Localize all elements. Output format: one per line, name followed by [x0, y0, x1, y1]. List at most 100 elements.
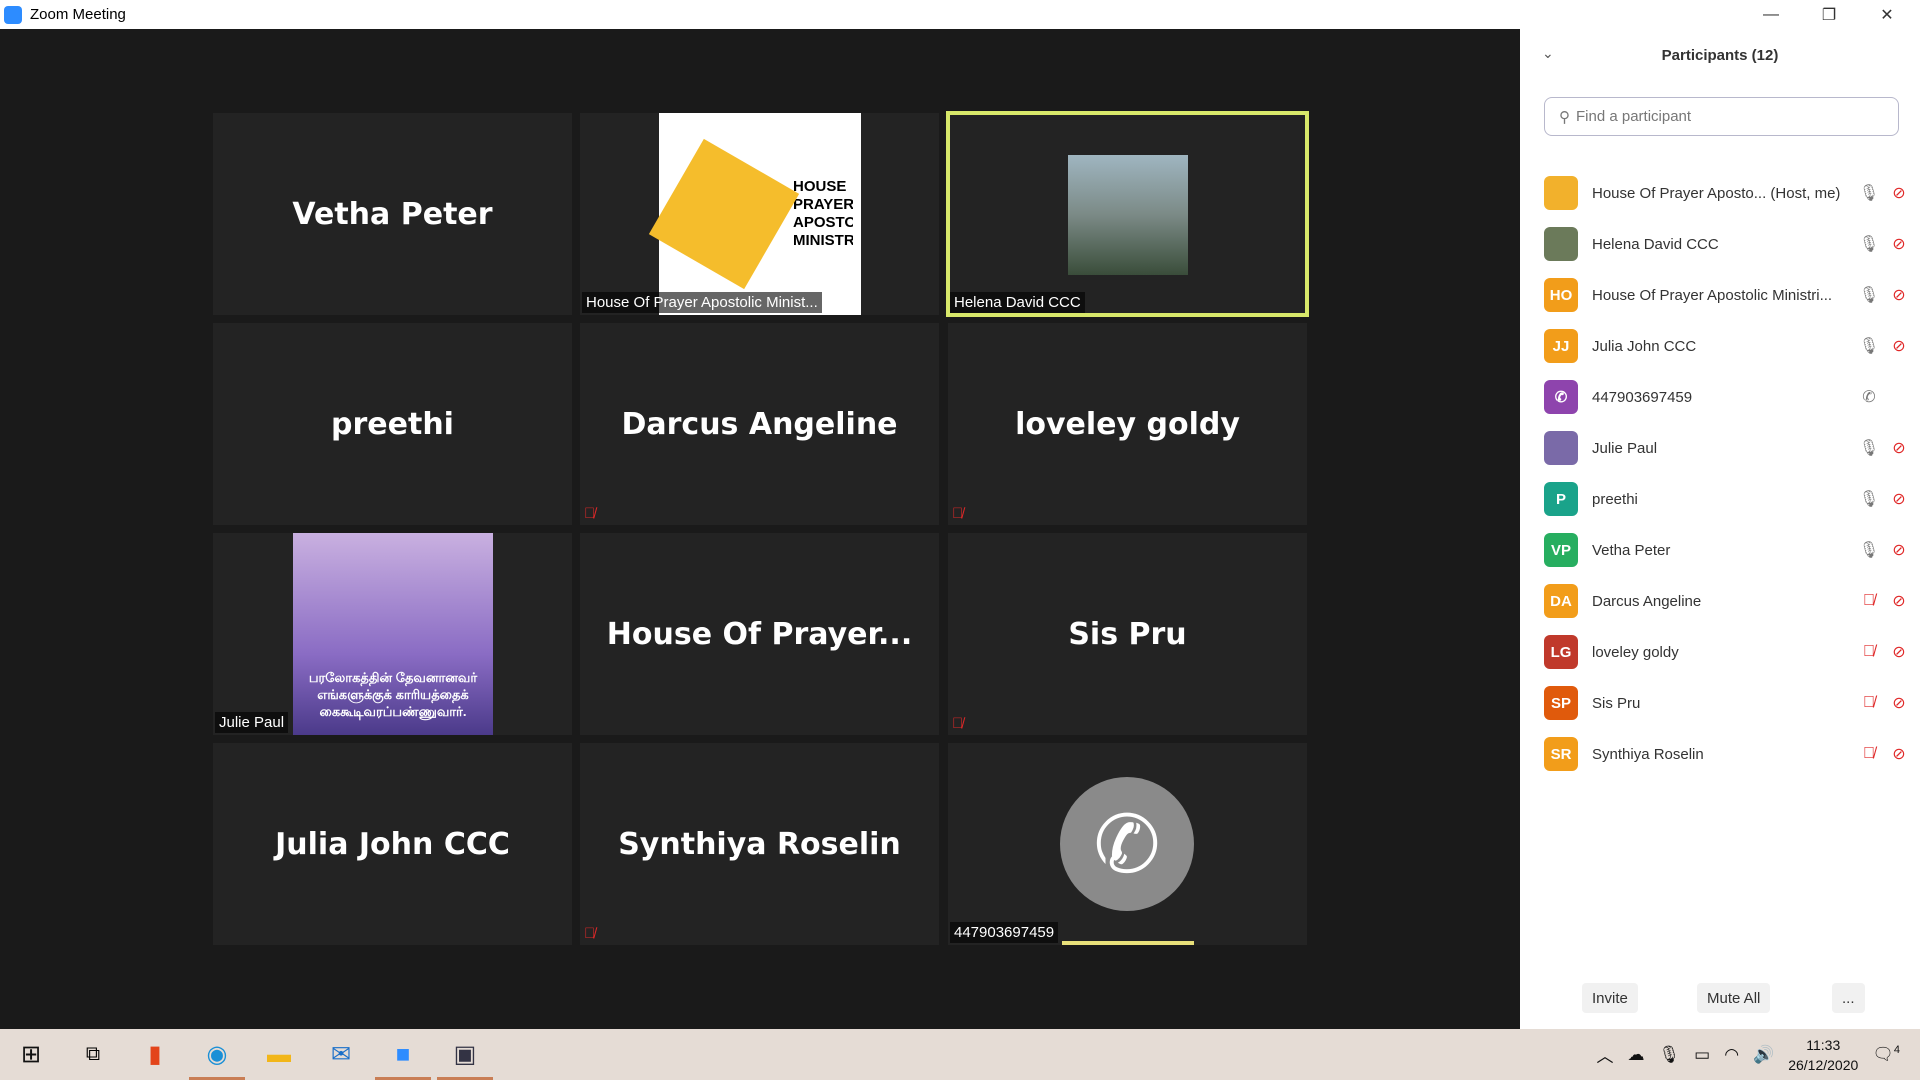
taskbar: ⊞ ⧉ ▮ ◉ ▬ ✉ ■ ▣ ︿ ☁ 🎙 ▭ ◠ 🔊 11:33 26/12/2… — [0, 1029, 1920, 1080]
more-button[interactable]: ... — [1832, 983, 1865, 1013]
zoom-taskbar-icon[interactable]: ■ — [372, 1029, 434, 1080]
participant-name: Julia John CCC — [1592, 337, 1697, 355]
video-tile[interactable]: Synthiya Roselin 🎙̸ — [580, 743, 939, 945]
close-button[interactable]: ✕ — [1858, 0, 1916, 29]
mic-muted-icon[interactable]: 🎙̸ — [1854, 745, 1884, 763]
video-tile[interactable]: Helena David CCC — [946, 111, 1309, 317]
phone-avatar-icon: ✆ — [1060, 777, 1194, 911]
participant-name: Darcus Angeline — [621, 406, 898, 442]
video-tile[interactable]: loveley goldy 🎙̸ — [948, 323, 1307, 525]
video-tile[interactable]: preethi — [213, 323, 572, 525]
participant-name: Darcus Angeline — [1592, 592, 1702, 610]
profile-image: பரலோகத்தின் தேவனானவர் எங்களுக்குக் காரிய… — [293, 533, 493, 735]
participant-name: loveley goldy — [1592, 643, 1679, 661]
participant-row[interactable]: LG loveley goldy 🎙̸ ⊘ — [1544, 632, 1914, 672]
participant-name: Vetha Peter — [292, 196, 493, 232]
participant-row[interactable]: Julie Paul 🎙 ⊘ — [1544, 428, 1914, 468]
participant-name: Vetha Peter — [1592, 541, 1671, 559]
mic-muted-icon: 🎙̸ — [952, 715, 964, 732]
app-taskbar-icon[interactable]: ▣ — [434, 1029, 496, 1080]
mic-icon[interactable]: 🎙 — [1854, 285, 1884, 305]
video-off-icon: ⊘ — [1892, 236, 1906, 253]
notifications-icon[interactable]: 🗨4 — [1872, 1044, 1900, 1065]
invite-button[interactable]: Invite — [1582, 983, 1638, 1013]
zoom-logo-icon — [4, 5, 22, 24]
avatar: LG — [1544, 635, 1578, 669]
participant-row[interactable]: JJ Julia John CCC 🎙 ⊘ — [1544, 326, 1914, 366]
restore-button[interactable]: ❐ — [1800, 0, 1858, 29]
avatar: HO — [1544, 278, 1578, 312]
participant-row[interactable]: SP Sis Pru 🎙̸ ⊘ — [1544, 683, 1914, 723]
title-bar: Zoom Meeting — ❐ ✕ — [0, 0, 1920, 29]
name-label: 447903697459 — [950, 922, 1059, 943]
avatar: VP — [1544, 533, 1578, 567]
participant-name: preethi — [1592, 490, 1638, 508]
microphone-icon[interactable]: 🎙 — [1659, 1045, 1681, 1065]
logo-image: HOUSE PRAYER APOSTO MINISTR — [648, 113, 861, 315]
video-tile[interactable]: Vetha Peter — [213, 113, 572, 315]
participant-name: House Of Prayer... — [606, 616, 913, 652]
video-off-icon: ⊘ — [1892, 491, 1906, 508]
participant-row[interactable]: SR Synthiya Roselin 🎙̸ ⊘ — [1544, 734, 1914, 774]
mail-icon[interactable]: ✉ — [310, 1029, 372, 1080]
search-icon: ⚲ — [1559, 108, 1570, 126]
video-tile[interactable]: House Of Prayer... — [580, 533, 939, 735]
mic-muted-icon[interactable]: 🎙̸ — [1854, 643, 1884, 661]
mic-muted-icon: 🎙̸ — [952, 505, 964, 522]
start-icon[interactable]: ⊞ — [0, 1029, 62, 1080]
participant-name: Synthiya Roselin — [1592, 745, 1704, 763]
battery-icon[interactable]: ▭ — [1694, 1045, 1710, 1065]
mic-muted-icon[interactable]: 🎙̸ — [1854, 694, 1884, 712]
video-tile[interactable]: HOUSE PRAYER APOSTO MINISTR House Of Pray… — [580, 113, 939, 315]
avatar: SP — [1544, 686, 1578, 720]
participant-name: preethi — [331, 406, 454, 442]
avatar: JJ — [1544, 329, 1578, 363]
avatar — [1544, 227, 1578, 261]
edge-icon[interactable]: ◉ — [186, 1029, 248, 1080]
video-off-icon: ⊘ — [1892, 746, 1906, 763]
mic-icon[interactable]: 🎙 — [1854, 234, 1884, 254]
office-icon[interactable]: ▮ — [124, 1029, 186, 1080]
volume-icon[interactable]: 🔊 — [1753, 1045, 1774, 1065]
video-off-icon: ⊘ — [1892, 338, 1906, 355]
avatar: DA — [1544, 584, 1578, 618]
task-view-icon[interactable]: ⧉ — [62, 1029, 124, 1080]
participant-row[interactable]: HO House Of Prayer Apostolic Ministri... 🎙… — [1544, 275, 1914, 315]
file-explorer-icon[interactable]: ▬ — [248, 1029, 310, 1080]
participant-row[interactable]: ✆ 447903697459 ✆ — [1544, 377, 1914, 417]
mic-icon[interactable]: 🎙 — [1854, 336, 1884, 356]
mic-muted-icon[interactable]: 🎙̸ — [1854, 592, 1884, 610]
mic-icon[interactable]: 🎙 — [1854, 489, 1884, 509]
wifi-icon[interactable]: ◠ — [1724, 1045, 1739, 1065]
participant-name: Julie Paul — [1592, 439, 1658, 457]
participant-name: 447903697459 — [1592, 388, 1693, 406]
minimize-button[interactable]: — — [1742, 0, 1800, 29]
video-off-icon: ⊘ — [1892, 593, 1906, 610]
video-tile[interactable]: Darcus Angeline 🎙̸ — [580, 323, 939, 525]
onedrive-icon[interactable]: ☁ — [1628, 1045, 1645, 1065]
mic-muted-icon: 🎙̸ — [584, 505, 596, 522]
mic-icon[interactable]: 🎙 — [1854, 540, 1884, 560]
participant-row[interactable]: House Of Prayer Aposto... (Host, me) 🎙 ⊘ — [1544, 173, 1914, 213]
participant-row[interactable]: DA Darcus Angeline 🎙̸ ⊘ — [1544, 581, 1914, 621]
mute-all-button[interactable]: Mute All — [1697, 983, 1771, 1013]
participant-row[interactable]: Ppreethi 🎙 ⊘ — [1544, 479, 1914, 519]
participant-row[interactable]: VP Vetha Peter 🎙 ⊘ — [1544, 530, 1914, 570]
participant-search-input[interactable]: ⚲ Find a participant — [1544, 97, 1899, 136]
avatar — [1544, 431, 1578, 465]
participant-row[interactable]: Helena David CCC 🎙 ⊘ — [1544, 224, 1914, 264]
clock[interactable]: 11:33 26/12/2020 — [1788, 1035, 1858, 1075]
video-tile[interactable]: பரலோகத்தின் தேவனானவர் எங்களுக்குக் காரிய… — [213, 533, 572, 735]
chevron-up-icon[interactable]: ︿ — [1597, 1042, 1614, 1067]
video-tile[interactable]: ✆ 447903697459 — [948, 743, 1307, 945]
name-label: Julie Paul — [215, 712, 289, 733]
video-off-icon: ⊘ — [1892, 440, 1906, 457]
mic-icon[interactable]: 🎙 — [1854, 438, 1884, 458]
video-off-icon: ⊘ — [1892, 287, 1906, 304]
video-tile[interactable]: Sis Pru 🎙̸ — [948, 533, 1307, 735]
participant-name: Julia John CCC — [275, 826, 510, 862]
video-off-icon: ⊘ — [1892, 695, 1906, 712]
mic-icon[interactable]: 🎙 — [1854, 183, 1884, 203]
phone-icon: ✆ — [1862, 389, 1876, 406]
video-tile[interactable]: Julia John CCC — [213, 743, 572, 945]
